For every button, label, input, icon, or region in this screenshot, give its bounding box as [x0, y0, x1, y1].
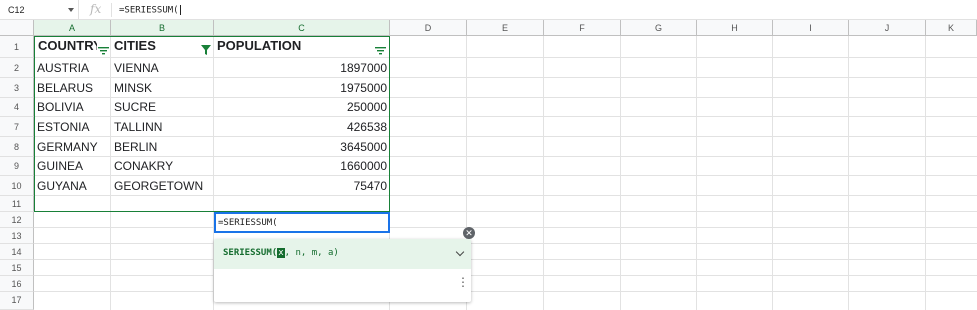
- column-header-b[interactable]: B: [111, 20, 214, 36]
- gridline: [34, 275, 977, 276]
- column-header-e[interactable]: E: [467, 20, 544, 36]
- filter-active-icon[interactable]: [201, 45, 211, 55]
- column-header-f[interactable]: F: [544, 20, 621, 36]
- column-header-d[interactable]: D: [390, 20, 467, 36]
- column-header-c[interactable]: C: [214, 20, 390, 36]
- cell-a3[interactable]: BELARUS: [34, 81, 111, 97]
- gridline: [34, 195, 977, 196]
- spreadsheet-grid[interactable]: A B C D E F G H I J K 1 2 3 4 7 8 9 10 1…: [0, 20, 977, 310]
- gridline: [34, 259, 977, 260]
- column-header-h[interactable]: H: [697, 20, 773, 36]
- formula-bar: C12 fx =SERIESSUM(: [0, 0, 977, 20]
- cell-c7[interactable]: 426538: [214, 120, 390, 136]
- cell-b8[interactable]: BERLIN: [111, 140, 214, 156]
- chevron-down-icon[interactable]: [455, 247, 465, 257]
- row-header-2[interactable]: 2: [0, 58, 34, 78]
- row-header-17[interactable]: 17: [0, 292, 34, 310]
- function-signature: SERIESSUM(x, n, m, a): [223, 248, 339, 258]
- cell-c10[interactable]: 75470: [214, 179, 390, 195]
- formula-input[interactable]: =SERIESSUM(: [119, 5, 181, 16]
- text-caret: [179, 5, 181, 15]
- cell-b7[interactable]: TALLINN: [111, 120, 214, 136]
- current-argument: x: [277, 248, 285, 258]
- formula-bar-divider: [111, 3, 112, 17]
- cell-a9[interactable]: GUINEA: [34, 159, 111, 175]
- row-header-14[interactable]: 14: [0, 244, 34, 260]
- gridline: [34, 77, 977, 78]
- cell-a2[interactable]: AUSTRIA: [34, 61, 111, 77]
- cell-b3[interactable]: MINSK: [111, 81, 214, 97]
- formula-text: =SERIESSUM(: [119, 5, 179, 16]
- select-all-corner[interactable]: [0, 20, 34, 36]
- row-header-15[interactable]: 15: [0, 260, 34, 276]
- cell-c8[interactable]: 3645000: [214, 140, 390, 156]
- cell-a8[interactable]: GERMANY: [34, 140, 111, 156]
- cell-c3[interactable]: 1975000: [214, 81, 390, 97]
- cell-b10[interactable]: GEORGETOWN: [111, 179, 214, 195]
- column-header-g[interactable]: G: [621, 20, 697, 36]
- column-header-i[interactable]: I: [773, 20, 849, 36]
- filter-list-icon[interactable]: [98, 47, 109, 55]
- function-signature-header[interactable]: SERIESSUM(x, n, m, a): [214, 239, 471, 269]
- cell-a7[interactable]: ESTONIA: [34, 120, 111, 136]
- function-name: SERIESSUM(: [223, 248, 278, 258]
- cell-a4[interactable]: BOLIVIA: [34, 100, 111, 116]
- row-header-4[interactable]: 4: [0, 98, 34, 117]
- gridline: [34, 211, 977, 212]
- remaining-arguments: , n, m, a): [284, 248, 339, 258]
- name-box-dropdown-icon[interactable]: [68, 8, 74, 12]
- cell-b4[interactable]: SUCRE: [111, 100, 214, 116]
- row-header-13[interactable]: 13: [0, 228, 34, 244]
- more-vert-icon[interactable]: ⋮: [457, 276, 469, 288]
- cell-a1[interactable]: COUNTRY: [35, 38, 97, 58]
- column-header-a[interactable]: A: [34, 20, 111, 36]
- column-header-j[interactable]: J: [849, 20, 926, 36]
- cell-b1[interactable]: CITIES: [111, 38, 199, 58]
- filter-list-icon[interactable]: [375, 47, 386, 55]
- row-header-10[interactable]: 10: [0, 176, 34, 196]
- gridline: [34, 175, 977, 176]
- cell-a10[interactable]: GUYANA: [34, 179, 111, 195]
- gridline: [34, 243, 977, 244]
- row-header-12[interactable]: 12: [0, 212, 34, 228]
- formula-suggestion-popup: SERIESSUM(x, n, m, a) ⋮: [214, 239, 471, 302]
- gridline: [34, 97, 977, 98]
- gridline: [34, 291, 977, 292]
- cell-c1[interactable]: POPULATION: [214, 38, 374, 58]
- gridline: [34, 156, 977, 157]
- cell-b9[interactable]: CONAKRY: [111, 159, 214, 175]
- row-header-7[interactable]: 7: [0, 117, 34, 137]
- row-header-9[interactable]: 9: [0, 157, 34, 176]
- cell-c4[interactable]: 250000: [214, 100, 390, 116]
- cell-b2[interactable]: VIENNA: [111, 61, 214, 77]
- close-icon[interactable]: ✕: [463, 227, 475, 239]
- active-cell-editor[interactable]: =SERIESSUM(: [214, 212, 390, 233]
- row-header-3[interactable]: 3: [0, 78, 34, 98]
- gridline: [34, 227, 977, 228]
- cell-c2[interactable]: 1897000: [214, 61, 390, 77]
- row-header-16[interactable]: 16: [0, 276, 34, 292]
- row-header-1[interactable]: 1: [0, 36, 34, 58]
- gridline: [34, 136, 977, 137]
- row-header-11[interactable]: 11: [0, 196, 34, 212]
- column-header-k[interactable]: K: [926, 20, 977, 36]
- fx-icon: fx: [90, 2, 102, 16]
- row-header-8[interactable]: 8: [0, 137, 34, 157]
- cell-c9[interactable]: 1660000: [214, 159, 390, 175]
- gridline: [34, 116, 977, 117]
